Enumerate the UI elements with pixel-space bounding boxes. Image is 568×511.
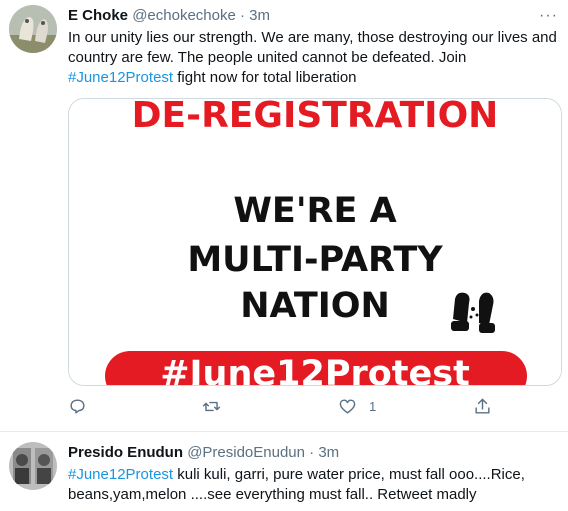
user-handle[interactable]: @echokechoke [132, 7, 236, 24]
image-line-multi-party: MULTI-PARTY [187, 240, 443, 280]
retweet-button[interactable] [202, 392, 221, 420]
banner-hashtag-text: #June12Protest [160, 354, 470, 385]
tweet-1[interactable]: E Choke @echokechoke · 3m ··· In our uni… [0, 0, 568, 432]
tweet-actions: 1 [68, 392, 508, 420]
timestamp[interactable]: 3m [249, 7, 270, 24]
separator-dot: · [239, 7, 245, 24]
tweet-text: In our unity lies our strength. We are m… [68, 28, 560, 88]
reply-icon [70, 398, 85, 414]
tweet-body-end: fight now for total liberation [177, 69, 357, 86]
tweet-2[interactable]: Presido Enudun @PresidoEnudun · 3m #June… [0, 432, 568, 511]
more-icon[interactable]: ··· [539, 7, 558, 25]
like-count: 1 [369, 398, 377, 414]
tweet-header: E Choke @echokechoke · 3m [68, 7, 270, 24]
image-line-were-a: WE'RE A [233, 191, 396, 231]
avatar[interactable] [9, 5, 57, 53]
tweet-body: In our unity lies our strength. We are m… [68, 29, 557, 66]
tweet-header: Presido Enudun @PresidoEnudun · 3m [68, 444, 339, 461]
hashtag-link[interactable]: #June12Protest [68, 466, 173, 483]
tweet-image[interactable]: DE-REGISTRATION WE'RE A MULTI-PARTY NATI… [68, 98, 562, 386]
avatar[interactable] [9, 442, 57, 490]
image-line-deregistration: DE-REGISTRATION [132, 99, 499, 136]
user-handle[interactable]: @PresidoEnudun [187, 444, 305, 461]
timestamp[interactable]: 3m [318, 444, 339, 461]
display-name[interactable]: Presido Enudun [68, 444, 183, 461]
display-name[interactable]: E Choke [68, 7, 128, 24]
retweet-icon [202, 401, 221, 411]
tweet-text: #June12Protest kuli kuli, garri, pure wa… [68, 465, 560, 505]
image-line-nation: NATION [240, 286, 390, 326]
like-icon [339, 398, 356, 414]
separator-dot: · [309, 444, 315, 461]
reply-button[interactable] [68, 392, 87, 420]
share-icon [475, 398, 490, 414]
share-button[interactable] [473, 392, 492, 420]
like-button[interactable]: 1 [338, 392, 376, 420]
hashtag-link[interactable]: #June12Protest [68, 69, 173, 86]
